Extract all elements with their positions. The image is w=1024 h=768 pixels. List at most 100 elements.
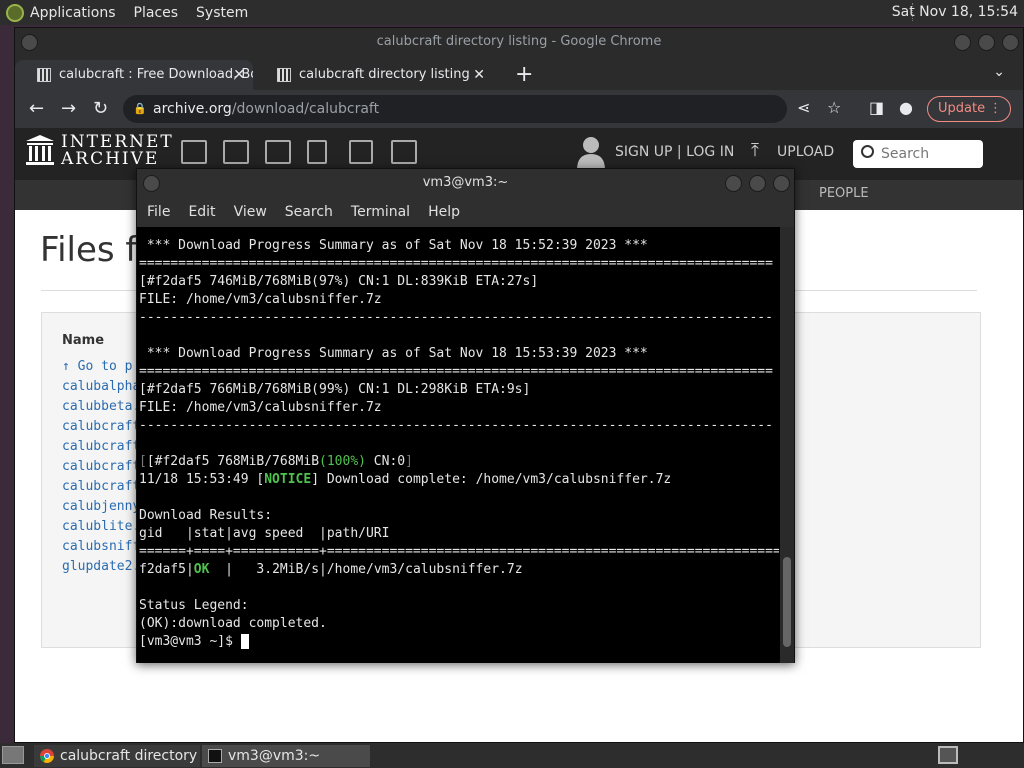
upload-icon[interactable]: ⤒: [751, 140, 759, 161]
file-link[interactable]: calubjenny: [62, 497, 140, 517]
tab-label: calubcraft directory listing: [299, 67, 470, 82]
file-link[interactable]: calubalpha: [62, 377, 140, 397]
file-link[interactable]: calubbeta.: [62, 397, 140, 417]
terminal-blank: [139, 489, 779, 507]
maximize-button[interactable]: [978, 34, 995, 51]
tab-directory-listing[interactable]: calubcraft directory listing ✕: [255, 60, 493, 90]
column-header-name[interactable]: Name: [62, 333, 104, 348]
menu-edit[interactable]: Edit: [188, 204, 215, 220]
terminal-titlebar: vm3@vm3:~: [137, 169, 794, 197]
terminal-line: gid |stat|avg speed |path/URI: [139, 526, 390, 541]
reload-icon[interactable]: ↻: [93, 98, 108, 119]
minimize-button[interactable]: [725, 175, 742, 192]
file-link[interactable]: calubcraft: [62, 437, 140, 457]
signup-login-link[interactable]: SIGN UP | LOG IN: [615, 144, 734, 160]
user-icon[interactable]: [577, 136, 605, 170]
menu-view[interactable]: View: [234, 204, 267, 220]
panel-clock[interactable]: Sat Nov 18, 15:54: [892, 4, 1018, 20]
url-host: archive.org: [153, 101, 232, 117]
subnav-people[interactable]: PEOPLE: [819, 186, 869, 201]
file-link[interactable]: calubcraft: [62, 417, 140, 437]
texts-nav-icon[interactable]: [223, 140, 249, 164]
notice-message: ] Download complete: /home/vm3/calubsnif…: [311, 472, 672, 487]
web-nav-icon[interactable]: [181, 140, 207, 164]
taskbar-item-terminal[interactable]: vm3@vm3:~: [202, 745, 370, 767]
parent-directory-link[interactable]: ↑ Go to p: [62, 357, 140, 377]
maximize-button[interactable]: [749, 175, 766, 192]
ia-search-input[interactable]: Search: [853, 140, 983, 168]
chrome-titlebar: calubcraft directory listing - Google Ch…: [15, 28, 1023, 56]
page-title: Files f: [40, 230, 138, 270]
minimize-button[interactable]: [954, 34, 971, 51]
show-desktop-icon[interactable]: [2, 746, 24, 764]
file-link[interactable]: calubsniff: [62, 537, 140, 557]
workspace-switcher-icon[interactable]: [938, 746, 958, 764]
scrollbar-thumb[interactable]: [783, 557, 791, 647]
back-arrow-icon[interactable]: ←: [29, 98, 44, 119]
terminal-line: Status Legend:: [139, 598, 249, 613]
file-list: ↑ Go to p calubalpha calubbeta. calubcra…: [62, 357, 140, 577]
side-panel-icon[interactable]: ◨: [869, 98, 884, 117]
profile-avatar-icon[interactable]: ●: [899, 98, 913, 117]
terminal-line: f2daf5|OK | 3.2MiB/s|/home/vm3/calubsnif…: [139, 561, 779, 579]
tab-close-icon[interactable]: ✕: [473, 60, 485, 90]
file-link[interactable]: calubcraft: [62, 477, 140, 497]
terminal-window-title: vm3@vm3:~: [422, 175, 509, 190]
menu-terminal[interactable]: Terminal: [351, 204, 410, 220]
menu-help[interactable]: Help: [428, 204, 460, 220]
taskbar-label: vm3@vm3:~: [228, 748, 321, 764]
lock-icon[interactable]: 🔒: [133, 95, 147, 123]
menu-file[interactable]: File: [147, 204, 170, 220]
taskbar-label: calubcraft directory ...: [60, 748, 200, 764]
terminal-line: [#f2daf5 746MiB/768MiB(97%) CN:1 DL:839K…: [139, 274, 539, 289]
tab-close-icon[interactable]: ✕: [233, 60, 245, 90]
forward-arrow-icon[interactable]: →: [61, 98, 76, 119]
file-link[interactable]: glupdate2.: [62, 557, 140, 577]
software-nav-icon[interactable]: [349, 140, 373, 164]
result-gid: f2daf5|: [139, 562, 194, 577]
kebab-menu-icon[interactable]: ⋮: [989, 97, 1002, 121]
upload-link[interactable]: UPLOAD: [777, 144, 834, 160]
terminal-window: vm3@vm3:~ File Edit View Search Terminal…: [136, 168, 795, 663]
terminal-line: Download Results:: [139, 508, 273, 523]
gnome-foot-icon[interactable]: [6, 3, 24, 22]
window-menu-button[interactable]: [21, 34, 38, 51]
url-path: /download/calubcraft: [231, 101, 380, 117]
terminal-prompt-line: [vm3@vm3 ~]$: [139, 633, 779, 651]
close-button[interactable]: [1002, 34, 1019, 51]
menu-search[interactable]: Search: [285, 204, 333, 220]
bottom-taskbar: calubcraft directory ... vm3@vm3:~: [0, 743, 1024, 768]
tab-calubcraft-download[interactable]: calubcraft : Free Download, Bo ✕: [15, 60, 253, 90]
close-button[interactable]: [773, 175, 790, 192]
search-placeholder: Search: [881, 146, 930, 162]
terminal-line: (OK):download completed.: [139, 616, 327, 631]
update-button[interactable]: Update ⋮: [927, 96, 1011, 122]
terminal-output[interactable]: *** Download Progress Summary as of Sat …: [139, 227, 779, 663]
tab-search-chevron-icon[interactable]: ⌄: [993, 64, 1005, 80]
result-details: | 3.2MiB/s|/home/vm3/calubsniffer.7z: [209, 562, 523, 577]
file-link[interactable]: calubcraft: [62, 457, 140, 477]
share-icon[interactable]: ⋖: [797, 98, 810, 117]
taskbar-item-chrome[interactable]: calubcraft directory ...: [34, 745, 200, 767]
terminal-line: ----------------------------------------…: [139, 310, 773, 325]
search-icon: [861, 145, 874, 158]
terminal-blank: [139, 327, 779, 345]
video-nav-icon[interactable]: [265, 140, 291, 164]
progress-text: [#f2daf5 768MiB/768MiB: [146, 454, 320, 469]
audio-nav-icon[interactable]: [307, 140, 327, 164]
window-menu-button[interactable]: [143, 175, 160, 192]
address-bar[interactable]: 🔒 archive.org/download/calubcraft: [123, 95, 787, 123]
menu-places[interactable]: Places: [134, 5, 179, 21]
terminal-scrollbar[interactable]: [780, 227, 794, 663]
ia-wordmark[interactable]: INTERNET ARCHIVE: [61, 134, 174, 168]
internet-archive-logo-icon[interactable]: [25, 134, 55, 166]
new-tab-icon[interactable]: +: [515, 62, 533, 87]
menu-applications[interactable]: Applications: [30, 5, 116, 21]
terminal-line: ----------------------------------------…: [139, 418, 773, 433]
menu-system[interactable]: System: [196, 5, 248, 21]
images-nav-icon[interactable]: [391, 140, 417, 164]
bookmark-star-icon[interactable]: ☆: [827, 98, 841, 117]
file-link[interactable]: calublite.: [62, 517, 140, 537]
result-status: OK: [193, 562, 210, 577]
terminal-line: ========================================…: [139, 256, 773, 271]
